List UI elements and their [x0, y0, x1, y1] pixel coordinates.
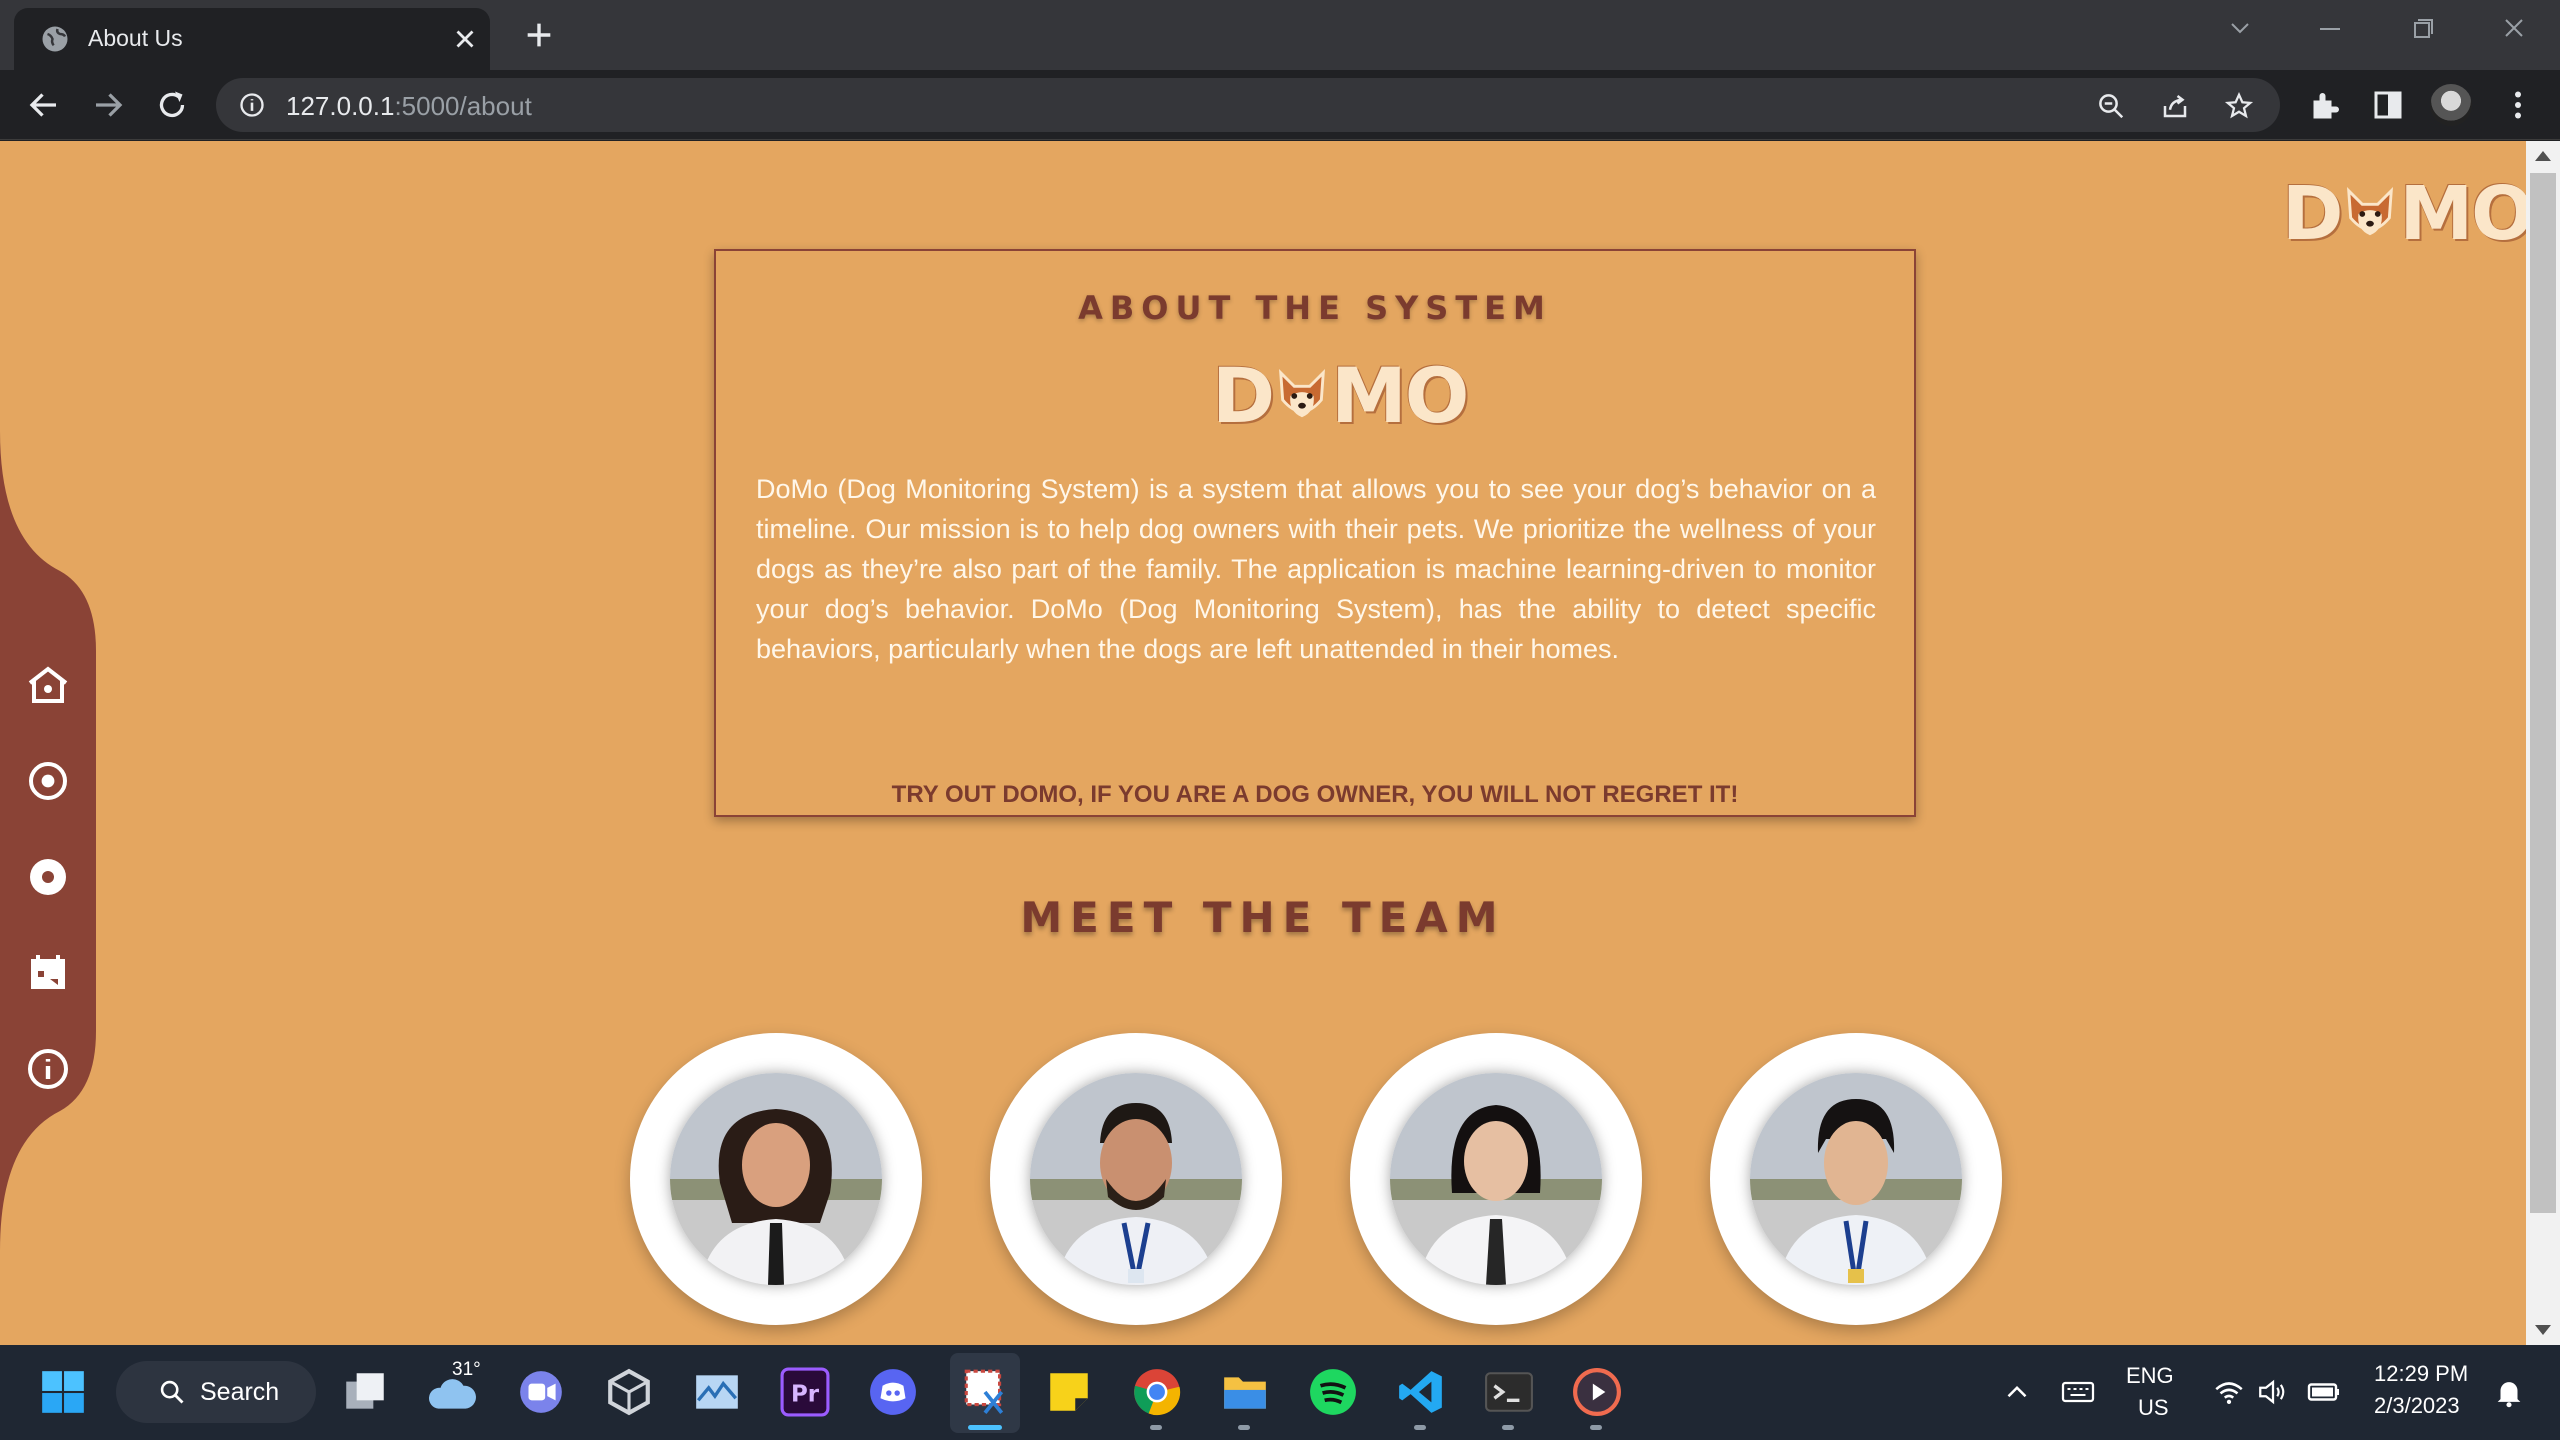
- clock-date[interactable]: 2/3/2023: [2374, 1393, 2460, 1419]
- running-app-indicator: [1414, 1425, 1426, 1430]
- globe-icon: [42, 26, 68, 52]
- terminal-icon[interactable]: [1484, 1367, 1534, 1417]
- running-app-indicator: [1238, 1425, 1250, 1430]
- running-app-indicator: [1590, 1425, 1602, 1430]
- teams-chat-icon[interactable]: [516, 1367, 566, 1417]
- home-icon[interactable]: [24, 661, 72, 709]
- page-content: D MO ABOUT THE SYSTEM D MO DoMo (Dog Mon…: [0, 141, 2526, 1345]
- file-explorer-icon[interactable]: [1220, 1367, 1270, 1417]
- profile-avatar[interactable]: [2430, 84, 2472, 126]
- language-region[interactable]: US: [2138, 1395, 2169, 1421]
- team-member-photo: [670, 1073, 882, 1285]
- taskbar-search[interactable]: Search: [116, 1361, 316, 1423]
- bookmark-star-icon[interactable]: [2224, 91, 2254, 121]
- page-scrollbar[interactable]: [2526, 141, 2560, 1345]
- reload-icon[interactable]: [154, 87, 190, 123]
- media-player-icon[interactable]: [1572, 1367, 1622, 1417]
- address-bar[interactable]: 127.0.0.1:5000/about: [216, 78, 2280, 132]
- active-app-indicator: [968, 1425, 1002, 1430]
- wifi-icon[interactable]: [2212, 1367, 2246, 1417]
- windows-taskbar: Search 31° Pr ENG US 12:29 PM 2/3/2023: [0, 1345, 2560, 1440]
- more-menu-icon[interactable]: [2500, 87, 2536, 123]
- side-panel-icon[interactable]: [2370, 87, 2406, 123]
- unity-icon[interactable]: [604, 1367, 654, 1417]
- team-member-photo: [1030, 1073, 1242, 1285]
- sidebar-nav: [0, 431, 96, 1251]
- about-description: DoMo (Dog Monitoring System) is a system…: [756, 474, 1876, 664]
- new-tab-icon[interactable]: [522, 18, 556, 52]
- scroll-up-arrow[interactable]: [2535, 151, 2551, 161]
- sticky-notes-icon[interactable]: [1044, 1367, 1094, 1417]
- browser-tab[interactable]: About Us: [14, 8, 490, 70]
- clock-time[interactable]: 12:29 PM: [2374, 1361, 2468, 1387]
- spotify-icon[interactable]: [1308, 1367, 1358, 1417]
- team-member-card[interactable]: [630, 1033, 922, 1325]
- target-icon[interactable]: [24, 757, 72, 805]
- notification-bell-icon[interactable]: [2492, 1367, 2526, 1417]
- person-photo: [1778, 1099, 1934, 1285]
- language-code[interactable]: ENG: [2126, 1363, 2174, 1389]
- calendar-icon[interactable]: [24, 949, 72, 997]
- keyboard-icon[interactable]: [2060, 1367, 2096, 1417]
- windows-start-icon[interactable]: [38, 1367, 88, 1417]
- team-heading: MEET THE TEAM: [1020, 893, 1506, 942]
- premiere-pro-icon[interactable]: Pr: [780, 1367, 830, 1417]
- browser-toolbar: 127.0.0.1:5000/about: [0, 70, 2560, 140]
- url-text: 127.0.0.1:5000/about: [286, 91, 532, 122]
- info-icon[interactable]: [24, 1045, 72, 1093]
- url-path: :5000/about: [394, 91, 532, 121]
- tab-title: About Us: [88, 25, 183, 51]
- tray-overflow-chevron-icon[interactable]: [2000, 1367, 2034, 1417]
- about-cta: TRY OUT DOMO, IF YOU ARE A DOG OWNER, YO…: [891, 781, 1739, 808]
- person-photo: [1418, 1105, 1574, 1285]
- search-icon: [160, 1380, 184, 1404]
- scroll-down-arrow[interactable]: [2535, 1325, 2551, 1335]
- team-member-photo: [1750, 1073, 1962, 1285]
- volume-icon[interactable]: [2256, 1367, 2290, 1417]
- person-photo: [1056, 1103, 1216, 1285]
- url-host: 127.0.0.1: [286, 91, 395, 121]
- snipping-tool-icon[interactable]: [960, 1367, 1010, 1417]
- battery-icon[interactable]: [2306, 1367, 2342, 1417]
- about-logo: D MO: [1212, 351, 1469, 440]
- vscode-icon[interactable]: [1396, 1367, 1446, 1417]
- sidebar-shape: [0, 431, 96, 1251]
- back-icon[interactable]: [26, 87, 62, 123]
- logo-text-left: D: [2282, 171, 2343, 257]
- about-logo-text-left: D: [1212, 351, 1275, 440]
- close-window-icon[interactable]: [2494, 14, 2534, 44]
- running-app-indicator: [1150, 1425, 1162, 1430]
- team-member-card[interactable]: [1350, 1033, 1642, 1325]
- weather-temp: 31°: [452, 1359, 481, 1380]
- header-logo[interactable]: D MO: [2282, 171, 2526, 257]
- task-view-icon[interactable]: [340, 1367, 390, 1417]
- browser-tab-strip: About Us: [0, 0, 2560, 70]
- about-card: ABOUT THE SYSTEM D MO DoMo (Dog Monitori…: [714, 249, 1916, 817]
- search-label: Search: [200, 1378, 280, 1406]
- chrome-icon[interactable]: [1132, 1367, 1182, 1417]
- about-heading: ABOUT THE SYSTEM: [1078, 289, 1552, 327]
- about-logo-text-right: MO: [1331, 351, 1469, 440]
- resource-monitor-icon[interactable]: [692, 1367, 742, 1417]
- person-photo: [700, 1109, 852, 1285]
- minimize-icon[interactable]: [2310, 14, 2350, 44]
- extensions-icon[interactable]: [2306, 87, 2342, 123]
- scroll-thumb[interactable]: [2530, 173, 2556, 1213]
- fox-logo-icon: [1279, 368, 1326, 417]
- zoom-icon[interactable]: [2096, 91, 2126, 121]
- svg-text:Pr: Pr: [791, 1381, 820, 1407]
- tab-search-chevron-icon[interactable]: [2220, 14, 2260, 44]
- logo-text-right: MO: [2399, 171, 2526, 257]
- fox-logo-icon: [2347, 187, 2394, 236]
- close-tab-icon[interactable]: [450, 24, 480, 54]
- forward-icon[interactable]: [90, 87, 126, 123]
- discord-icon[interactable]: [868, 1367, 918, 1417]
- share-icon[interactable]: [2160, 91, 2190, 121]
- running-app-indicator: [1502, 1425, 1514, 1430]
- team-member-photo: [1390, 1073, 1602, 1285]
- site-info-icon[interactable]: [238, 91, 266, 119]
- team-member-card[interactable]: [990, 1033, 1282, 1325]
- restore-icon[interactable]: [2402, 14, 2442, 44]
- team-member-card[interactable]: [1710, 1033, 2002, 1325]
